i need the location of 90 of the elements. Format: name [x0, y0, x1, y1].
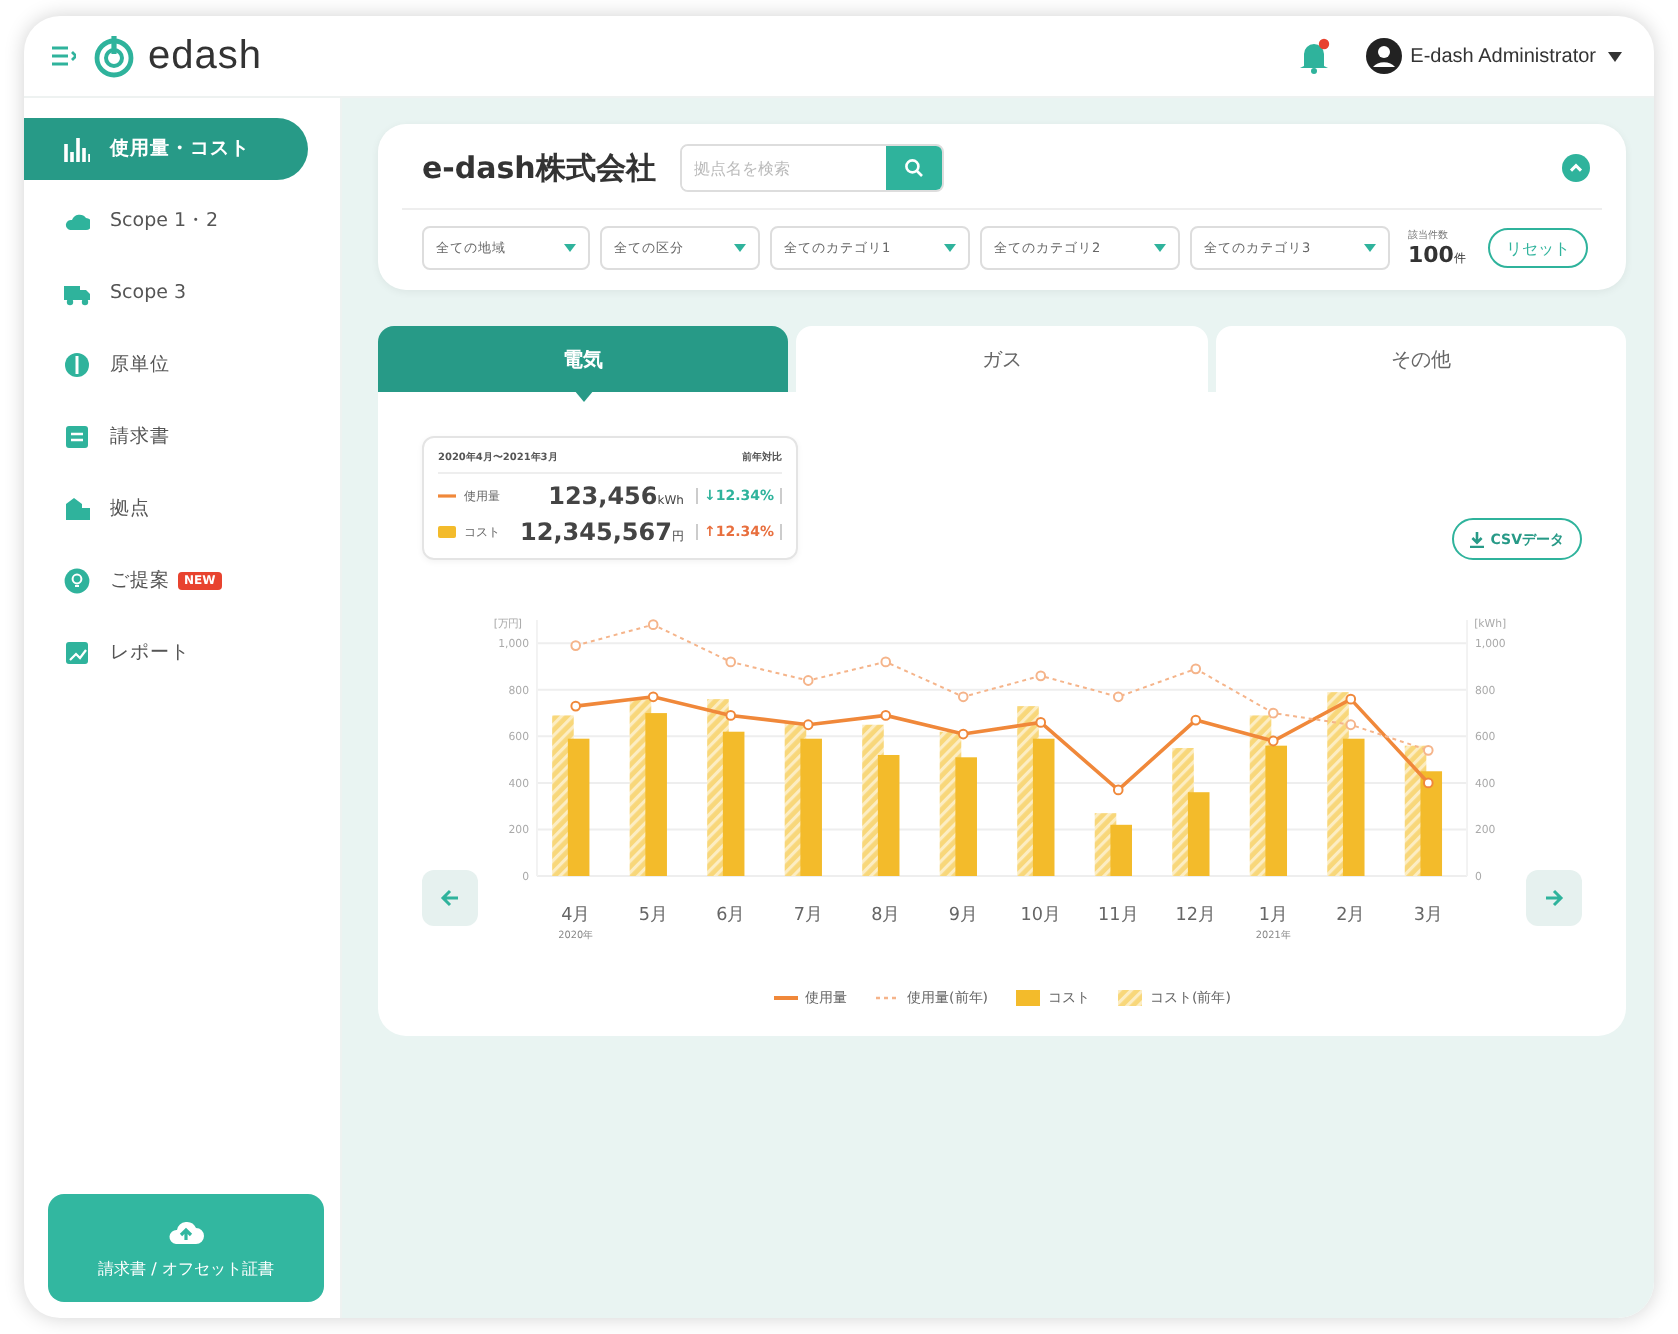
- month-label: 4月: [561, 905, 591, 927]
- point: [1190, 714, 1202, 726]
- next-button[interactable]: [1526, 870, 1582, 926]
- point: [1345, 719, 1357, 731]
- arrow-right-icon: [1544, 888, 1564, 908]
- point: [1345, 693, 1357, 705]
- bar: [1032, 738, 1055, 876]
- bar: [800, 738, 822, 876]
- gauge-icon: [64, 352, 90, 378]
- bar: [955, 757, 977, 876]
- point: [802, 719, 814, 731]
- month-label: 11月: [1098, 905, 1139, 927]
- legend-key-icon: [773, 990, 798, 1006]
- point: [1190, 663, 1202, 675]
- caret-icon: [1608, 51, 1622, 61]
- bar: [1110, 824, 1132, 876]
- report-icon: [64, 640, 90, 666]
- month-label: 12月: [1175, 905, 1216, 927]
- month-label: 2月: [1336, 905, 1366, 927]
- sidebar-item[interactable]: 拠点: [24, 478, 308, 540]
- month-label: 7月: [793, 905, 823, 927]
- bar-chart-icon: [64, 136, 90, 162]
- building-icon: [64, 496, 90, 522]
- point: [725, 710, 737, 721]
- notification-bell-icon[interactable]: [1298, 38, 1331, 74]
- month-label: 9月: [948, 905, 978, 927]
- logo-icon: [92, 34, 136, 78]
- sidebar-item[interactable]: 請求書: [24, 406, 308, 468]
- document-icon: [64, 424, 90, 450]
- bar: [1265, 745, 1287, 876]
- point: [1267, 707, 1279, 719]
- arrow-left-icon: [440, 888, 460, 908]
- point: [880, 710, 892, 721]
- caret-icon: [944, 244, 956, 252]
- caret-icon: [564, 244, 576, 252]
- point: [1422, 777, 1434, 789]
- search-button[interactable]: [885, 146, 942, 190]
- month-label: 6月: [716, 905, 746, 927]
- bar: [567, 738, 590, 876]
- search-icon: [903, 158, 924, 178]
- point: [647, 691, 659, 703]
- point: [570, 640, 582, 651]
- collapse-icon[interactable]: [1562, 154, 1590, 182]
- point: [1112, 691, 1124, 703]
- caret-icon: [734, 244, 746, 252]
- line-legend-icon: [438, 490, 456, 502]
- month-label: 8月: [871, 905, 901, 927]
- tab[interactable]: その他: [1215, 326, 1626, 392]
- point: [802, 675, 814, 686]
- truck-icon: [64, 280, 90, 306]
- sidebar-item[interactable]: 使用量・コスト: [24, 118, 308, 180]
- point: [957, 691, 969, 703]
- point: [957, 728, 969, 740]
- download-icon: [1470, 531, 1485, 547]
- tab[interactable]: ガス: [796, 326, 1208, 392]
- sidebar-item[interactable]: Scope 1・2: [24, 190, 308, 252]
- user-avatar-icon: [1366, 38, 1403, 74]
- point: [1112, 784, 1124, 796]
- brand-name: edash: [148, 33, 262, 79]
- legend-key-icon: [1118, 990, 1142, 1006]
- point: [647, 619, 659, 631]
- month-label: 10月: [1020, 905, 1061, 927]
- bar: [1420, 771, 1443, 876]
- search-field[interactable]: 拠点名を検索: [679, 144, 944, 192]
- point: [1035, 717, 1047, 728]
- point: [1422, 744, 1434, 756]
- bar: [877, 755, 900, 876]
- sidebar-item[interactable]: Scope 3: [24, 262, 308, 324]
- menu-icon[interactable]: [52, 46, 76, 66]
- caret-icon: [1364, 244, 1376, 252]
- point: [570, 700, 582, 712]
- tab-pointer: [573, 390, 594, 402]
- point: [1267, 735, 1279, 747]
- point: [1035, 670, 1047, 682]
- bar-legend-icon: [438, 526, 456, 538]
- legend-key-icon: [1016, 990, 1040, 1006]
- point: [725, 656, 737, 668]
- company-name: e-dash株式会社: [422, 149, 656, 187]
- previous-button[interactable]: [422, 870, 478, 926]
- point: [880, 656, 892, 668]
- caret-icon: [1154, 244, 1166, 252]
- month-label: 3月: [1413, 905, 1443, 927]
- user-menu[interactable]: E-dash Administrator: [1410, 45, 1622, 67]
- sidebar-item[interactable]: レポート: [24, 622, 308, 684]
- bar: [1342, 738, 1365, 876]
- lightbulb-icon: [64, 568, 90, 594]
- month-label: 5月: [638, 905, 668, 927]
- sidebar-item[interactable]: 原単位: [24, 334, 308, 396]
- month-label: 1月: [1258, 905, 1288, 927]
- cloud-upload-icon: [168, 1217, 204, 1245]
